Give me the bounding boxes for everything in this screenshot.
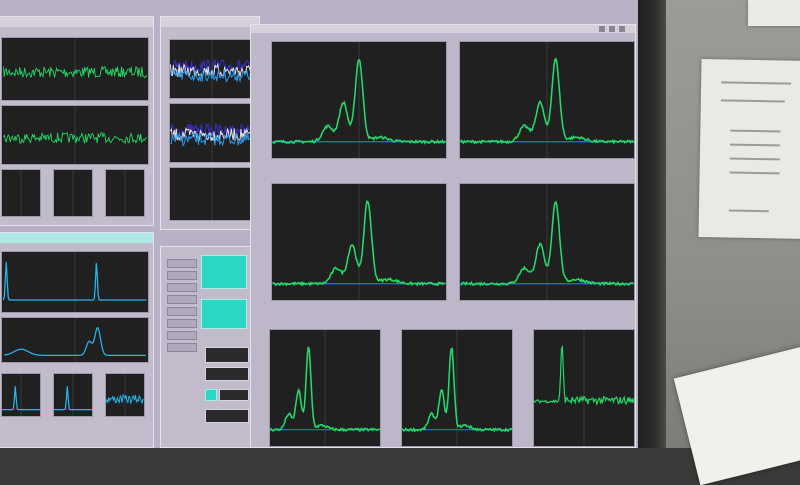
spectrum-plot-6 [401, 329, 513, 447]
spectrum-trace [460, 184, 634, 300]
control-field[interactable] [167, 343, 197, 352]
left-bottom-window[interactable] [0, 232, 154, 448]
main-spectrum-window[interactable] [250, 24, 636, 448]
monitor-bezel [636, 0, 666, 448]
small-plot [53, 373, 93, 417]
waveform-plot [20, 170, 22, 216]
plot-strip-2 [1, 105, 149, 165]
spectrum-plot-2 [459, 41, 635, 159]
spectrum-trace [272, 184, 446, 300]
left-top-window[interactable] [0, 16, 154, 226]
spectrum-trace [270, 330, 380, 446]
control-field[interactable] [167, 283, 197, 292]
control-field[interactable] [167, 259, 197, 268]
spectrum-trace [460, 42, 634, 158]
plot-strip-1 [1, 37, 149, 101]
close-icon[interactable] [619, 26, 625, 32]
waveform-plot [72, 170, 74, 216]
toggle-button[interactable] [205, 409, 249, 423]
waveform-plot [2, 252, 147, 312]
spectrum-plot-1 [271, 41, 447, 159]
plot-strip-cyan-2 [1, 317, 149, 363]
noise-plot-2 [169, 103, 255, 163]
waveform-plot [2, 38, 148, 100]
toggle-button[interactable] [219, 389, 249, 401]
wall-paper-note-large [698, 59, 800, 239]
small-plot [1, 373, 41, 417]
window-title [0, 233, 153, 243]
window-title [251, 25, 635, 33]
small-plot [1, 169, 41, 217]
middle-window[interactable] [160, 16, 260, 230]
control-panel-window[interactable] [160, 246, 252, 448]
noise-plot-1 [169, 39, 255, 99]
small-plot [53, 169, 93, 217]
noise-plot-3 [169, 167, 255, 221]
waveform-plot [54, 374, 92, 416]
spectrum-plot-4 [459, 183, 635, 301]
control-field[interactable] [167, 331, 197, 340]
waveform-plot [124, 170, 126, 216]
small-plot [105, 169, 145, 217]
window-title [0, 17, 153, 27]
spectrum-trace [272, 42, 446, 158]
window-title [161, 17, 259, 27]
spectrum-plot-7 [533, 329, 635, 447]
waveform-plot [3, 106, 147, 164]
plot-strip-cyan-1 [1, 251, 149, 313]
control-field[interactable] [167, 295, 197, 304]
small-plot [105, 373, 145, 417]
waveform-plot [170, 40, 254, 98]
wall-paper-note-top [748, 0, 800, 26]
display-box[interactable] [201, 299, 247, 329]
control-field[interactable] [167, 319, 197, 328]
waveform-plot [106, 374, 144, 416]
toggle-button[interactable] [205, 367, 249, 381]
display-box[interactable] [201, 255, 247, 289]
toggle-button[interactable] [205, 389, 217, 401]
spectrum-trace [534, 330, 634, 446]
monitor-screen [0, 0, 638, 448]
toggle-button[interactable] [205, 347, 249, 363]
waveform-plot [211, 168, 213, 220]
minimize-icon[interactable] [599, 26, 605, 32]
waveform-plot [4, 318, 146, 362]
waveform-plot [2, 374, 40, 416]
spectrum-trace [402, 330, 512, 446]
spectrum-plot-3 [271, 183, 447, 301]
waveform-plot [170, 104, 254, 162]
maximize-icon[interactable] [609, 26, 615, 32]
spectrum-plot-5 [269, 329, 381, 447]
control-field[interactable] [167, 307, 197, 316]
control-field[interactable] [167, 271, 197, 280]
